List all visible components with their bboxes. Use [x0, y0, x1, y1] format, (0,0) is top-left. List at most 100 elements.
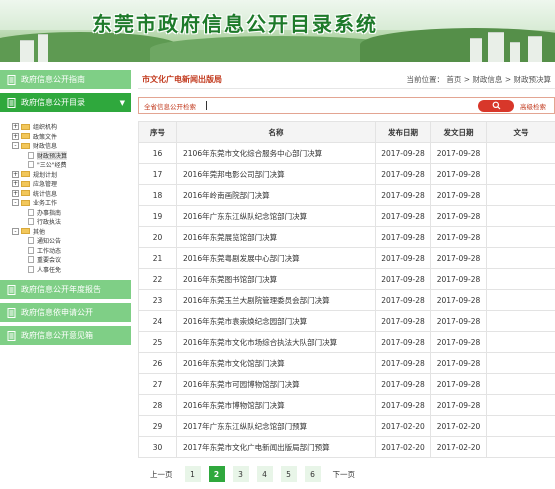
row-title-link[interactable]: 2016年东莞市文化馆部门决算: [176, 352, 376, 374]
sidebar-apply-button[interactable]: 政府信息依申请公开: [0, 303, 131, 322]
row-title-link[interactable]: 2016年莞邦电影公司部门决算: [176, 163, 376, 185]
tree-item-label: 财政信息: [33, 143, 58, 151]
page-number-link[interactable]: 4: [256, 466, 273, 482]
tree-item[interactable]: 行政执法: [12, 217, 131, 227]
sidebar-report-button[interactable]: 政府信息公开年度报告: [0, 280, 131, 299]
table-row[interactable]: 16 2106年东莞市文化综合服务中心部门决算 2017-09-28 2017-09-…: [138, 142, 555, 164]
tree-item[interactable]: 财政预决算: [12, 150, 131, 161]
banner-building: [488, 32, 504, 62]
sidebar-catalog-button[interactable]: 政府信息公开目录 ▼: [0, 93, 131, 112]
row-title-link[interactable]: 2016年东莞市博物馆部门决算: [176, 394, 376, 416]
tree-item-label: "三公"经费: [37, 162, 67, 170]
sidebar-guide-button[interactable]: 政府信息公开指南: [0, 70, 131, 89]
row-doc-number: [486, 289, 555, 311]
row-number: 26: [138, 352, 177, 374]
row-title-link[interactable]: 2016年东莞玉兰大剧院管理委员会部门决算: [176, 289, 376, 311]
row-title-link[interactable]: 2016年东莞图书馆部门决算: [176, 268, 376, 290]
table-row[interactable]: 18 2016年岭南画院部门决算 2017-09-28 2017-09-28: [138, 184, 555, 206]
expand-icon[interactable]: +: [12, 180, 19, 188]
row-title-link[interactable]: 2016年岭南画院部门决算: [176, 184, 376, 206]
page-number-link[interactable]: 1: [184, 466, 201, 482]
tree-item[interactable]: + 组织机构: [12, 122, 131, 132]
results-table: 序号 名称 发布日期 发文日期 文号 16 2106年东莞市文化综合服务中心部门决…: [138, 121, 555, 458]
table-row[interactable]: 24 2016年东莞市袁崇焕纪念园部门决算 2017-09-28 2017-09-28: [138, 310, 555, 332]
row-doc-date: 2017-09-28: [430, 268, 487, 290]
table-row[interactable]: 28 2016年东莞市博物馆部门决算 2017-09-28 2017-09-28: [138, 394, 555, 416]
document-icon: [28, 151, 34, 159]
document-icon: [28, 237, 34, 245]
prev-page-link[interactable]: 上一页: [150, 466, 173, 482]
row-title-link[interactable]: 2017年东莞市文化广电新闻出版局部门预算: [176, 436, 376, 458]
table-row[interactable]: 17 2016年莞邦电影公司部门决算 2017-09-28 2017-09-28: [138, 163, 555, 185]
table-row[interactable]: 30 2017年东莞市文化广电新闻出版局部门预算 2017-02-20 2017-02…: [138, 436, 555, 458]
row-doc-number: [486, 184, 555, 206]
tree-item[interactable]: - 其他: [12, 227, 131, 237]
folder-icon: [21, 133, 30, 140]
row-title-link[interactable]: 2016年广东东江纵队纪念馆部门决算: [176, 205, 376, 227]
row-publish-date: 2017-09-28: [375, 352, 431, 374]
search-button[interactable]: [478, 99, 514, 112]
table-row[interactable]: 29 2017年广东东江纵队纪念馆部门预算 2017-02-20 2017-02-20: [138, 415, 555, 437]
table-row[interactable]: 19 2016年广东东江纵队纪念馆部门决算 2017-09-28 2017-09-28: [138, 205, 555, 227]
collapse-icon[interactable]: -: [12, 142, 19, 150]
unit-name: 市文化广电新闻出版局: [142, 74, 222, 84]
document-icon: [6, 284, 17, 295]
table-row[interactable]: 23 2016年东莞玉兰大剧院管理委员会部门决算 2017-09-28 2017-09…: [138, 289, 555, 311]
document-icon: [6, 97, 17, 108]
tree-item[interactable]: - 业务工作: [12, 198, 131, 208]
expand-icon[interactable]: +: [12, 123, 19, 131]
table-row[interactable]: 26 2016年东莞市文化馆部门决算 2017-09-28 2017-09-28: [138, 352, 555, 374]
row-title-link[interactable]: 2016年东莞展览馆部门决算: [176, 226, 376, 248]
column-header: 序号: [138, 121, 177, 143]
table-row[interactable]: 27 2016年东莞市可园博物馆部门决算 2017-09-28 2017-09-28: [138, 373, 555, 395]
tree-item[interactable]: + 应急管理: [12, 179, 131, 189]
breadcrumb[interactable]: 当前位置： 首页 > 财政信息 > 财政预决算: [407, 74, 555, 85]
expand-icon[interactable]: +: [12, 132, 19, 140]
tree-item[interactable]: + 政策文件: [12, 132, 131, 142]
row-doc-date: 2017-09-28: [430, 352, 487, 374]
collapse-icon[interactable]: -: [12, 227, 19, 235]
tree-item[interactable]: 通知公告: [12, 236, 131, 246]
row-title-link[interactable]: 2016年东莞市袁崇焕纪念园部门决算: [176, 310, 376, 332]
collapse-icon[interactable]: -: [12, 199, 19, 207]
tree-item[interactable]: + 规划计划: [12, 170, 131, 180]
tree-item[interactable]: 工作动态: [12, 246, 131, 256]
table-row[interactable]: 22 2016年东莞图书馆部门决算 2017-09-28 2017-09-28: [138, 268, 555, 290]
location-bar: 市文化广电新闻出版局 当前位置： 首页 > 财政信息 > 财政预决算: [138, 70, 555, 89]
row-doc-date: 2017-09-28: [430, 331, 487, 353]
row-doc-date: 2017-09-28: [430, 205, 487, 227]
banner-building: [20, 40, 34, 62]
page-number-link[interactable]: 5: [280, 466, 297, 482]
banner-building: [38, 34, 48, 62]
tree-item[interactable]: 人事任免: [12, 265, 131, 275]
search-scope-label[interactable]: 全省信息公开检索: [144, 101, 196, 111]
tree-item[interactable]: + 统计信息: [12, 189, 131, 199]
page-number-link[interactable]: 2: [208, 466, 225, 482]
row-number: 28: [138, 394, 177, 416]
tree-item[interactable]: "三公"经费: [12, 160, 131, 170]
table-row[interactable]: 25 2016年东莞市文化市场综合执法大队部门决算 2017-09-28 2017-0…: [138, 331, 555, 353]
search-input[interactable]: [207, 98, 478, 113]
table-row[interactable]: 20 2016年东莞展览馆部门决算 2017-09-28 2017-09-28: [138, 226, 555, 248]
row-publish-date: 2017-09-28: [375, 373, 431, 395]
tree-item[interactable]: 重要会议: [12, 255, 131, 265]
next-page-link[interactable]: 下一页: [333, 466, 356, 482]
sidebar-feedback-button[interactable]: 政府信息公开意见箱: [0, 326, 131, 345]
row-title-link[interactable]: 2016年东莞粤剧发展中心部门决算: [176, 247, 376, 269]
tree-item-label: 重要会议: [37, 257, 62, 265]
row-title-link[interactable]: 2016年东莞市可园博物馆部门决算: [176, 373, 376, 395]
table-row[interactable]: 21 2016年东莞粤剧发展中心部门决算 2017-09-28 2017-09-28: [138, 247, 555, 269]
row-title-link[interactable]: 2016年东莞市文化市场综合执法大队部门决算: [176, 331, 376, 353]
advanced-search-link[interactable]: 高级检索: [520, 101, 546, 111]
expand-icon[interactable]: +: [12, 189, 19, 197]
row-title-link[interactable]: 2106年东莞市文化综合服务中心部门决算: [176, 142, 376, 164]
page-number-link[interactable]: 3: [232, 466, 249, 482]
row-title-link[interactable]: 2017年广东东江纵队纪念馆部门预算: [176, 415, 376, 437]
page-number-link[interactable]: 6: [304, 466, 321, 482]
tree-item[interactable]: 办事指南: [12, 208, 131, 218]
expand-icon[interactable]: +: [12, 170, 19, 178]
row-number: 18: [138, 184, 177, 206]
search-icon: [492, 101, 500, 110]
tree-item[interactable]: - 财政信息: [12, 141, 131, 151]
row-publish-date: 2017-09-28: [375, 163, 431, 185]
